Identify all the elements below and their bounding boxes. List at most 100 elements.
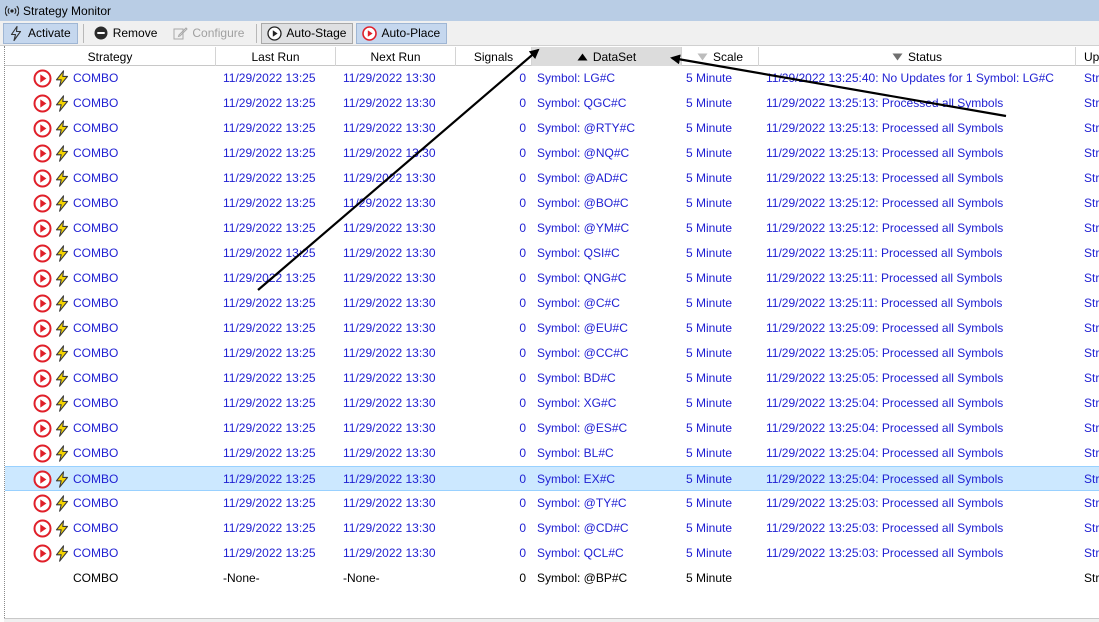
cell-strategy: COMBO bbox=[73, 246, 119, 260]
cell-next-run: 11/29/2022 13:30 bbox=[343, 371, 436, 385]
cell-strategy: COMBO bbox=[73, 221, 119, 235]
play-red-icon[interactable] bbox=[33, 69, 52, 88]
window-titlebar: Strategy Monitor bbox=[0, 0, 1099, 21]
column-header-strategy[interactable]: Strategy bbox=[5, 47, 216, 66]
play-red-icon[interactable] bbox=[33, 419, 52, 438]
table-row[interactable]: COMBO 11/29/2022 13:25 11/29/2022 13:30 0 Sy… bbox=[5, 391, 1099, 416]
play-red-icon[interactable] bbox=[33, 169, 52, 188]
cell-up: Str bbox=[1084, 421, 1099, 435]
horizontal-scrollbar[interactable] bbox=[4, 618, 1099, 622]
cell-last-run: 11/29/2022 13:25 bbox=[223, 496, 316, 510]
table-row[interactable]: COMBO 11/29/2022 13:25 11/29/2022 13:30 0 Sy… bbox=[5, 191, 1099, 216]
table-row[interactable]: COMBO 11/29/2022 13:25 11/29/2022 13:30 0 Sy… bbox=[5, 341, 1099, 366]
cell-up: Str bbox=[1084, 446, 1099, 460]
activate-button[interactable]: Activate bbox=[3, 22, 78, 44]
column-header-last-run[interactable]: Last Run bbox=[216, 47, 336, 66]
auto-place-label: Auto-Place bbox=[381, 26, 441, 40]
cell-dataset: Symbol: LG#C bbox=[537, 71, 616, 85]
configure-button[interactable]: Configure bbox=[167, 23, 251, 44]
lightning-icon bbox=[55, 145, 69, 162]
cell-dataset: Symbol: @NQ#C bbox=[537, 146, 630, 160]
play-red-icon[interactable] bbox=[33, 394, 52, 413]
cell-status bbox=[766, 566, 1074, 591]
cell-signals: 0 bbox=[519, 521, 526, 535]
lightning-icon bbox=[55, 420, 69, 437]
table-row[interactable]: COMBO 11/29/2022 13:25 11/29/2022 13:30 0 Sy… bbox=[5, 441, 1099, 466]
play-red-icon[interactable] bbox=[33, 369, 52, 388]
cell-next-run: 11/29/2022 13:30 bbox=[343, 271, 436, 285]
cell-next-run: 11/29/2022 13:30 bbox=[343, 221, 436, 235]
table-row[interactable]: COMBO 11/29/2022 13:25 11/29/2022 13:30 0 Sy… bbox=[5, 166, 1099, 191]
play-red-icon[interactable] bbox=[33, 219, 52, 238]
table-row[interactable]: COMBO 11/29/2022 13:25 11/29/2022 13:30 0 Sy… bbox=[5, 466, 1099, 491]
table-row[interactable]: COMBO 11/29/2022 13:25 11/29/2022 13:30 0 Sy… bbox=[5, 491, 1099, 516]
column-header-signals[interactable]: Signals bbox=[456, 47, 532, 66]
cell-strategy: COMBO bbox=[73, 421, 119, 435]
cell-status: 11/29/2022 13:25:09: Processed all Symbo… bbox=[766, 321, 1004, 335]
configure-label: Configure bbox=[192, 26, 245, 40]
column-header-up[interactable]: Up bbox=[1076, 47, 1099, 66]
cell-last-run: 11/29/2022 13:25 bbox=[223, 121, 316, 135]
cell-last-run: 11/29/2022 13:25 bbox=[223, 221, 316, 235]
table-row[interactable]: COMBO -None- -None- 0 Symbol: @BP#C 5 Minute S… bbox=[5, 566, 1099, 591]
table-row[interactable]: COMBO 11/29/2022 13:25 11/29/2022 13:30 0 Sy… bbox=[5, 266, 1099, 291]
column-header-scale[interactable]: Scale bbox=[682, 47, 759, 66]
play-red-icon[interactable] bbox=[33, 319, 52, 338]
cell-dataset: Symbol: XG#C bbox=[537, 396, 617, 410]
column-header-dataset[interactable]: DataSet bbox=[532, 47, 682, 66]
cell-dataset: Symbol: BD#C bbox=[537, 371, 616, 385]
cell-status: 11/29/2022 13:25:11: Processed all Symbo… bbox=[766, 246, 1003, 260]
auto-stage-button[interactable]: Auto-Stage bbox=[261, 22, 354, 44]
play-red-icon[interactable] bbox=[33, 94, 52, 113]
play-red-icon[interactable] bbox=[33, 470, 52, 489]
play-red-icon[interactable] bbox=[33, 269, 52, 288]
play-red-icon[interactable] bbox=[33, 144, 52, 163]
table-row[interactable]: COMBO 11/29/2022 13:25 11/29/2022 13:30 0 Sy… bbox=[5, 216, 1099, 241]
cell-last-run: 11/29/2022 13:25 bbox=[223, 171, 316, 185]
play-red-icon[interactable] bbox=[33, 519, 52, 538]
cell-scale: 5 Minute bbox=[686, 571, 733, 585]
table-row[interactable]: COMBO 11/29/2022 13:25 11/29/2022 13:30 0 Sy… bbox=[5, 141, 1099, 166]
table-row[interactable]: COMBO 11/29/2022 13:25 11/29/2022 13:30 0 Sy… bbox=[5, 541, 1099, 566]
cell-up: Str bbox=[1084, 496, 1099, 510]
cell-scale: 5 Minute bbox=[686, 321, 733, 335]
cell-signals: 0 bbox=[519, 221, 526, 235]
table-row[interactable]: COMBO 11/29/2022 13:25 11/29/2022 13:30 0 Sy… bbox=[5, 291, 1099, 316]
lightning-icon bbox=[55, 445, 69, 462]
remove-button[interactable]: Remove bbox=[88, 23, 165, 44]
cell-signals: 0 bbox=[519, 421, 526, 435]
column-header-status[interactable]: Status bbox=[759, 47, 1076, 66]
cell-status: 11/29/2022 13:25:11: Processed all Symbo… bbox=[766, 271, 1003, 285]
play-red-icon[interactable] bbox=[33, 194, 52, 213]
cell-up: Str bbox=[1084, 246, 1099, 260]
table-row[interactable]: COMBO 11/29/2022 13:25 11/29/2022 13:30 0 Sy… bbox=[5, 241, 1099, 266]
table-row[interactable]: COMBO 11/29/2022 13:25 11/29/2022 13:30 0 Sy… bbox=[5, 66, 1099, 91]
table-row[interactable]: COMBO 11/29/2022 13:25 11/29/2022 13:30 0 Sy… bbox=[5, 516, 1099, 541]
lightning-icon bbox=[55, 545, 69, 562]
remove-label: Remove bbox=[112, 26, 158, 40]
table-row[interactable]: COMBO 11/29/2022 13:25 11/29/2022 13:30 0 Sy… bbox=[5, 116, 1099, 141]
table-row[interactable]: COMBO 11/29/2022 13:25 11/29/2022 13:30 0 Sy… bbox=[5, 366, 1099, 391]
column-header-next-run[interactable]: Next Run bbox=[336, 47, 456, 66]
cell-strategy: COMBO bbox=[73, 346, 119, 360]
auto-place-button[interactable]: Auto-Place bbox=[356, 22, 448, 44]
table-row[interactable]: COMBO 11/29/2022 13:25 11/29/2022 13:30 0 Sy… bbox=[5, 316, 1099, 341]
table-row[interactable]: COMBO 11/29/2022 13:25 11/29/2022 13:30 0 Sy… bbox=[5, 416, 1099, 441]
play-red-icon[interactable] bbox=[33, 494, 52, 513]
cell-next-run: 11/29/2022 13:30 bbox=[343, 472, 436, 486]
play-red-icon[interactable] bbox=[33, 444, 52, 463]
cell-status: 11/29/2022 13:25:03: Processed all Symbo… bbox=[766, 496, 1004, 510]
play-red-icon[interactable] bbox=[33, 544, 52, 563]
play-red-icon[interactable] bbox=[33, 119, 52, 138]
cell-dataset: Symbol: QCL#C bbox=[537, 546, 624, 560]
cell-strategy: COMBO bbox=[73, 96, 119, 110]
play-red-icon[interactable] bbox=[33, 344, 52, 363]
cell-strategy: COMBO bbox=[73, 396, 119, 410]
cell-up: Str bbox=[1084, 546, 1099, 560]
table-row[interactable]: COMBO 11/29/2022 13:25 11/29/2022 13:30 0 Sy… bbox=[5, 91, 1099, 116]
cell-scale: 5 Minute bbox=[686, 346, 733, 360]
cell-dataset: Symbol: @RTY#C bbox=[537, 121, 635, 135]
lightning-icon bbox=[55, 245, 69, 262]
play-red-icon[interactable] bbox=[33, 294, 52, 313]
play-red-icon[interactable] bbox=[33, 244, 52, 263]
